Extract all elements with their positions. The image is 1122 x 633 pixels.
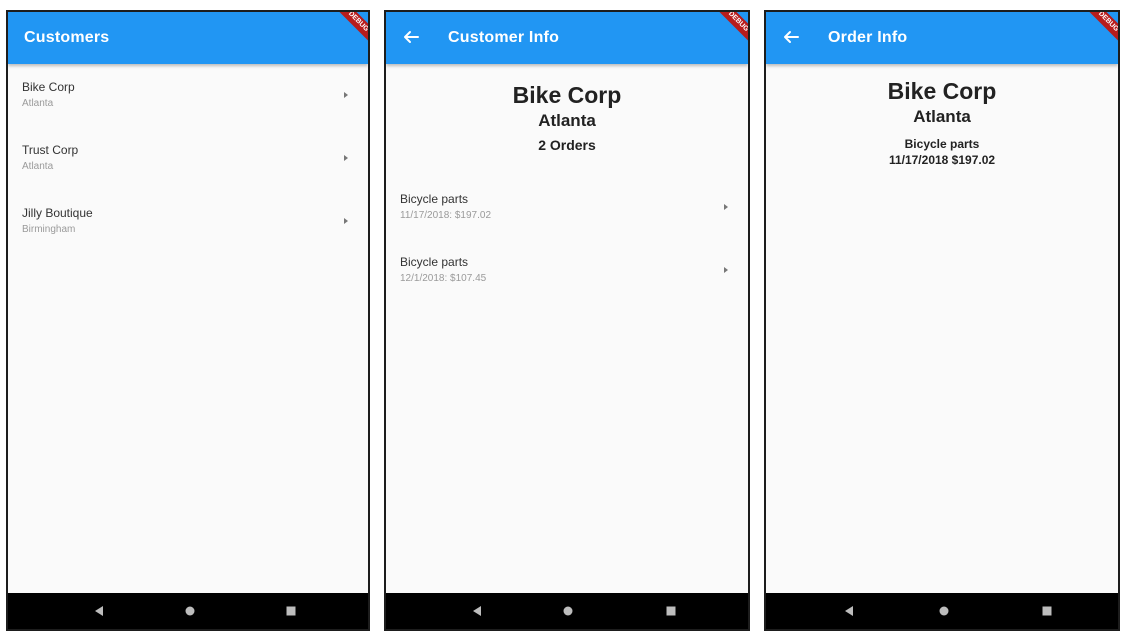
app-bar: Customers DEBUG — [8, 12, 368, 64]
customer-city: Atlanta — [913, 107, 971, 126]
app-bar: Customer Info DEBUG — [386, 12, 748, 64]
customer-name: Jilly Boutique — [22, 206, 93, 220]
back-triangle-icon[interactable] — [842, 604, 856, 618]
customer-name: Bike Corp — [512, 82, 622, 108]
order-description: Bicycle parts — [400, 255, 469, 269]
debug-banner: DEBUG — [332, 12, 368, 48]
customer-list: Bike Corp Atlanta Trust Corp Atlanta Jil… — [8, 72, 368, 261]
chevron-right-icon — [344, 155, 348, 161]
recents-square-icon[interactable] — [284, 604, 298, 618]
customer-name: Bike Corp — [22, 80, 75, 94]
customer-name: Bike Corp — [887, 78, 997, 104]
page-title: Customer Info — [448, 29, 560, 46]
customer-header: Bike Corp Atlanta 2 Orders — [386, 82, 748, 153]
debug-banner: DEBUG — [1082, 12, 1118, 48]
home-circle-icon[interactable] — [937, 604, 951, 618]
list-item-customer[interactable]: Bike Corp Atlanta — [8, 72, 368, 135]
chevron-right-icon — [344, 92, 348, 98]
page-title: Customers — [24, 29, 110, 46]
customer-name: Trust Corp — [22, 143, 79, 157]
orders-count: 2 Orders — [538, 137, 596, 153]
recents-square-icon[interactable] — [1040, 604, 1054, 618]
home-circle-icon[interactable] — [561, 604, 575, 618]
chevron-right-icon — [724, 267, 728, 273]
order-info-screen: Order Info DEBUG Bike Corp Atlanta Bicyc… — [764, 10, 1120, 631]
system-nav-bar — [766, 593, 1118, 629]
list-item-order[interactable]: Bicycle parts 12/1/2018: $107.45 — [386, 247, 748, 310]
order-summary: 12/1/2018: $107.45 — [400, 273, 487, 284]
arrow-back-icon[interactable] — [400, 26, 422, 48]
order-header: Bike Corp Atlanta Bicycle parts 11/17/20… — [766, 78, 1118, 167]
page-title: Order Info — [828, 29, 908, 46]
order-description: Bicycle parts — [400, 192, 469, 206]
chevron-right-icon — [344, 218, 348, 224]
order-list: Bicycle parts 11/17/2018: $197.02 Bicycl… — [386, 184, 748, 310]
back-triangle-icon[interactable] — [92, 604, 106, 618]
list-item-order[interactable]: Bicycle parts 11/17/2018: $197.02 — [386, 184, 748, 247]
customers-screen: Customers DEBUG Bike Corp Atlanta Trust … — [6, 10, 370, 631]
order-detail: 11/17/2018 $197.02 — [888, 153, 996, 167]
customer-info-screen: Customer Info DEBUG Bike Corp Atlanta 2 … — [384, 10, 750, 631]
system-nav-bar — [8, 593, 368, 629]
debug-banner: DEBUG — [712, 12, 748, 48]
customer-city: Atlanta — [22, 98, 54, 109]
recents-square-icon[interactable] — [664, 604, 678, 618]
app-bar: Order Info DEBUG — [766, 12, 1118, 64]
chevron-right-icon — [724, 204, 728, 210]
list-item-customer[interactable]: Trust Corp Atlanta — [8, 135, 368, 198]
list-item-customer[interactable]: Jilly Boutique Birmingham — [8, 198, 368, 261]
arrow-back-icon[interactable] — [780, 26, 802, 48]
system-nav-bar — [386, 593, 748, 629]
customer-city: Atlanta — [22, 161, 54, 172]
order-summary: 11/17/2018: $197.02 — [400, 210, 492, 221]
customer-city: Birmingham — [22, 224, 76, 235]
order-description: Bicycle parts — [904, 137, 980, 151]
back-triangle-icon[interactable] — [470, 604, 484, 618]
customer-city: Atlanta — [538, 111, 596, 130]
home-circle-icon[interactable] — [183, 604, 197, 618]
